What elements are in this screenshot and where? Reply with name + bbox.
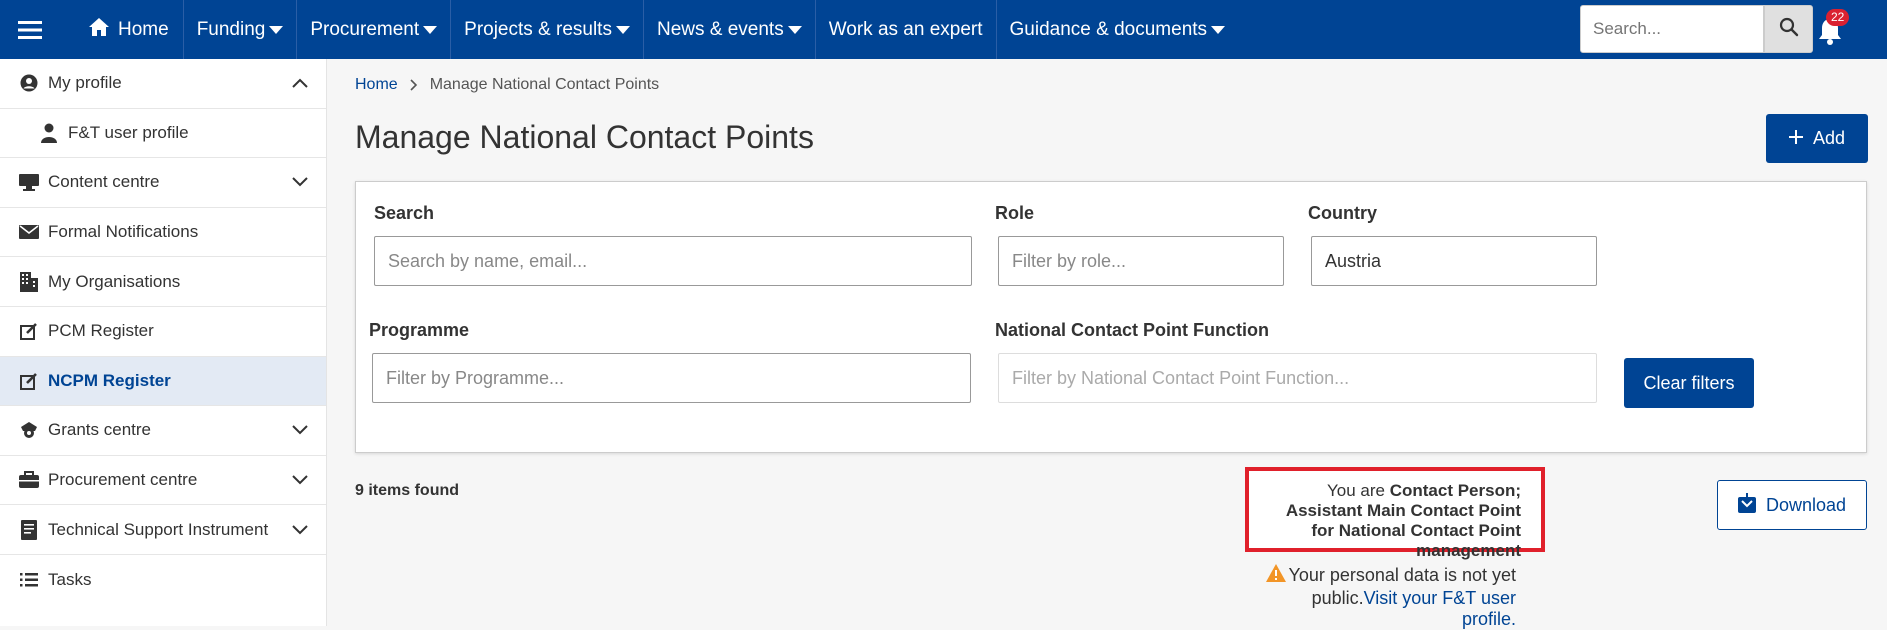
- sidebar-item-technical-support-instrument[interactable]: Technical Support Instrument: [0, 505, 326, 555]
- breadcrumb-current: Manage National Contact Points: [429, 76, 660, 93]
- sidebar-item-label: Procurement centre: [48, 470, 198, 490]
- download-button-label: Download: [1765, 494, 1847, 515]
- warning-icon: [1265, 563, 1287, 588]
- user-circle-icon: [18, 72, 40, 94]
- sidebar-item-label: Grants centre: [48, 420, 151, 440]
- nav-funding-label: Funding: [196, 18, 266, 40]
- grants-icon: [18, 419, 40, 441]
- list-icon: [18, 569, 40, 591]
- monitor-icon: [18, 171, 40, 193]
- role-filter-input[interactable]: [998, 236, 1284, 286]
- chevron-down-icon[interactable]: [292, 470, 308, 490]
- chevron-up-icon[interactable]: [292, 73, 308, 93]
- sidebar-item-label: PCM Register: [48, 321, 154, 341]
- edit-icon: [18, 320, 40, 342]
- country-label: Country: [1308, 203, 1377, 223]
- sidebar-item-formal-notifications[interactable]: Formal Notifications: [0, 208, 326, 258]
- sidebar-item-my-profile[interactable]: My profile: [0, 59, 326, 109]
- search-input[interactable]: [374, 236, 972, 286]
- nav-home[interactable]: Home: [60, 0, 184, 59]
- caret-down-icon: [269, 25, 284, 34]
- edit-icon: [18, 370, 40, 392]
- nav-funding[interactable]: Funding: [184, 0, 298, 59]
- sidebar-item-tasks[interactable]: Tasks: [0, 555, 326, 605]
- sidebar-item-label: Formal Notifications: [48, 222, 199, 242]
- country-filter-input[interactable]: [1311, 236, 1597, 286]
- nav-guidance-documents-label: Guidance & documents: [1009, 18, 1208, 40]
- chevron-down-icon[interactable]: [292, 172, 308, 192]
- role-label: Role: [995, 203, 1035, 223]
- briefcase-icon: [18, 469, 40, 491]
- nav-work-as-expert[interactable]: Work as an expert: [816, 0, 997, 59]
- add-button[interactable]: Add: [1766, 114, 1868, 163]
- breadcrumb: Home Manage National Contact Points: [355, 76, 659, 94]
- personal-data-warning: Your personal data is not yet public.Vis…: [1260, 563, 1516, 630]
- sidebar-item-procurement-centre[interactable]: Procurement centre: [0, 456, 326, 506]
- download-button[interactable]: Download: [1717, 480, 1867, 530]
- sidebar-item-pcm-register[interactable]: PCM Register: [0, 307, 326, 357]
- sidebar-item-grants-centre[interactable]: Grants centre: [0, 406, 326, 456]
- clear-filters-button[interactable]: Clear filters: [1624, 358, 1754, 408]
- sidebar-item-label: NCPM Register: [48, 370, 171, 390]
- ncp-function-filter-input[interactable]: [998, 353, 1597, 403]
- sidebar-item-label: Technical Support Instrument: [48, 519, 269, 539]
- breadcrumb-home-link[interactable]: Home: [355, 76, 398, 94]
- nav-procurement[interactable]: Procurement: [297, 0, 452, 59]
- nav-procurement-label: Procurement: [310, 18, 420, 40]
- role-prefix: You are: [1326, 481, 1390, 500]
- document-icon: [18, 519, 40, 541]
- sidebar-item-my-organisations[interactable]: My Organisations: [0, 257, 326, 307]
- sidebar-item-ft-user-profile[interactable]: F&T user profile: [0, 109, 326, 159]
- caret-down-icon: [1211, 25, 1226, 34]
- notification-count-badge: 22: [1826, 9, 1850, 26]
- add-button-label: Add: [1812, 128, 1846, 148]
- global-search-input[interactable]: [1580, 5, 1764, 53]
- nav-projects-results[interactable]: Projects & results: [451, 0, 644, 59]
- menu-icon[interactable]: [0, 0, 60, 59]
- sidebar-item-label: F&T user profile: [68, 122, 189, 142]
- plus-icon: [1788, 128, 1803, 149]
- nav-home-label: Home: [118, 18, 169, 40]
- download-icon: [1737, 492, 1756, 518]
- sidebar-item-content-centre[interactable]: Content centre: [0, 158, 326, 208]
- mail-icon: [18, 221, 40, 243]
- building-icon: [18, 271, 40, 293]
- sidebar: My profile F&T user profile Content cent…: [0, 59, 327, 626]
- programme-filter-input[interactable]: [372, 353, 971, 403]
- sidebar-item-label: My profile: [48, 73, 122, 93]
- home-icon: [88, 17, 110, 43]
- search-button[interactable]: [1764, 5, 1813, 53]
- caret-down-icon: [615, 25, 630, 34]
- nav-news-events-label: News & events: [656, 18, 784, 40]
- caret-down-icon: [787, 25, 802, 34]
- search-icon: [1779, 17, 1799, 42]
- filter-panel: Search Role Country Programme National C…: [355, 181, 1867, 453]
- ncp-function-label: National Contact Point Function: [995, 320, 1269, 340]
- nav-guidance-documents[interactable]: Guidance & documents: [997, 0, 1239, 59]
- user-role-notice: You are Contact Person; Assistant Main C…: [1245, 467, 1545, 560]
- nav-news-events[interactable]: News & events: [644, 0, 816, 59]
- sidebar-item-label: Tasks: [48, 569, 92, 589]
- sidebar-item-ncpm-register[interactable]: NCPM Register: [0, 356, 326, 407]
- programme-label: Programme: [369, 320, 470, 340]
- search-label: Search: [374, 203, 435, 223]
- page-title: Manage National Contact Points: [355, 119, 814, 155]
- person-icon: [38, 122, 60, 144]
- caret-down-icon: [423, 25, 438, 34]
- items-found-count: 9 items found: [355, 482, 460, 499]
- sidebar-item-label: Content centre: [48, 172, 160, 192]
- nav-projects-results-label: Projects & results: [464, 18, 612, 40]
- role-text: Contact Person; Assistant Main Contact P…: [1285, 481, 1521, 560]
- sidebar-item-label: My Organisations: [48, 271, 181, 291]
- chevron-down-icon[interactable]: [292, 420, 308, 440]
- chevron-down-icon[interactable]: [292, 520, 308, 540]
- chevron-right-icon: [410, 79, 418, 91]
- nav-work-as-expert-label: Work as an expert: [828, 18, 983, 40]
- ft-user-profile-link[interactable]: Visit your F&T user profile.: [1364, 588, 1516, 629]
